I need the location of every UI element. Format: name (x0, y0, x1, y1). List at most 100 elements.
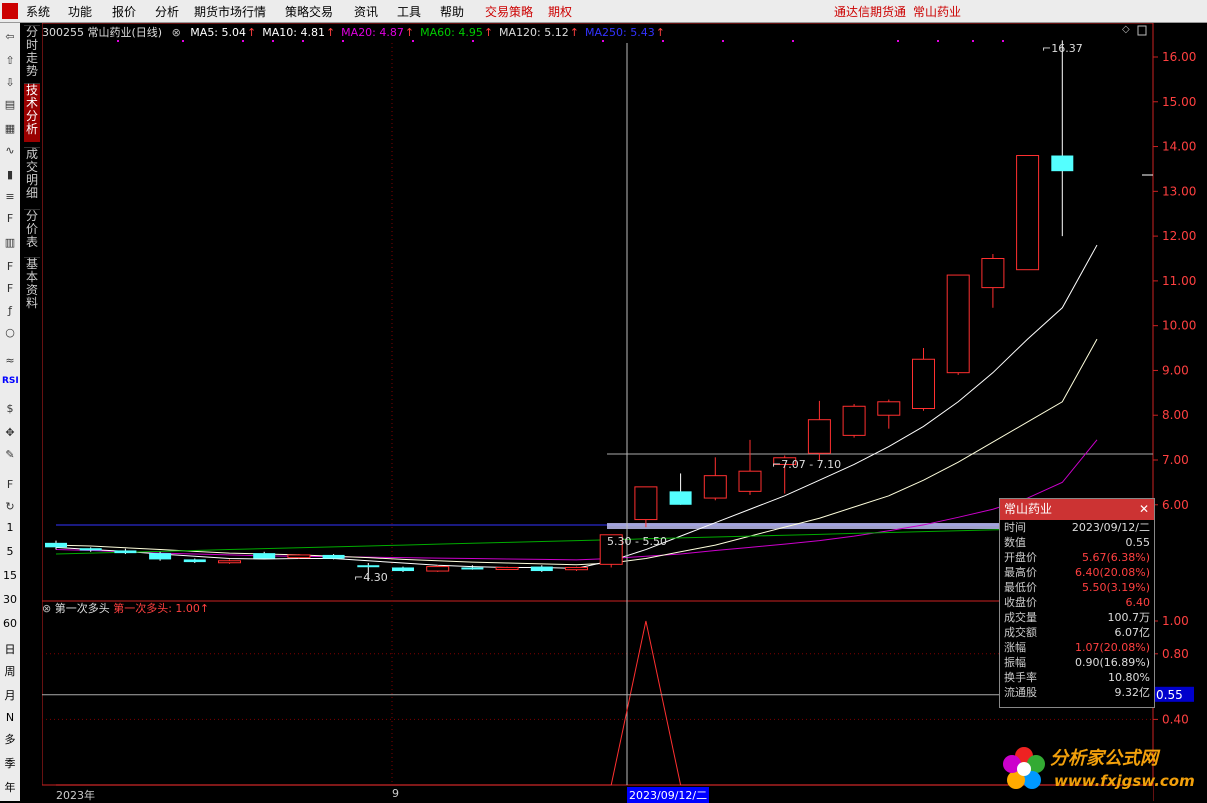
candle-icon[interactable]: ▮ (2, 167, 18, 183)
tab-basic-info[interactable]: 基本资料 (24, 257, 40, 316)
pencil-icon[interactable]: ✎ (2, 447, 18, 463)
refresh-icon[interactable]: ↻ (2, 499, 18, 515)
menu-function[interactable]: 功能 (68, 3, 92, 20)
table-icon[interactable]: ▦ (2, 121, 18, 137)
period-3[interactable]: 30 (0, 593, 20, 606)
popup-value: 5.67(6.38%) (1081, 551, 1150, 564)
popup-key: 成交量 (1004, 611, 1037, 624)
fs-icon[interactable]: F (2, 477, 18, 493)
ma-label-3: MA60: 4.95 (420, 26, 483, 39)
indicator-name: 第一次多头 (54, 602, 110, 615)
vertical-tabs: 分时走势 技术分析 成交明细 分价表 基本资料 (22, 23, 42, 801)
candle[interactable] (669, 473, 692, 505)
candle[interactable] (703, 457, 727, 501)
candle[interactable] (842, 404, 866, 438)
price-axis-label: 13.00 (1162, 184, 1196, 198)
period-5[interactable]: 日 (0, 641, 20, 657)
menu-trade-strategy[interactable]: 交易策略 (485, 3, 533, 20)
indicator-current-label: 0.55 (1156, 688, 1183, 702)
marker-dot (937, 40, 939, 42)
menu-analysis[interactable]: 分析 (155, 3, 179, 20)
period-11[interactable]: 年 (0, 779, 20, 795)
period-1[interactable]: 5 (0, 545, 20, 558)
candle[interactable] (912, 348, 935, 411)
period-7[interactable]: 月 (0, 687, 20, 703)
menu-options[interactable]: 期权 (548, 3, 572, 20)
f2-icon[interactable]: F (2, 281, 18, 297)
candle[interactable] (807, 400, 831, 460)
quote-icon[interactable]: ▤ (2, 97, 18, 113)
collapse-icon[interactable]: ⊗ (172, 26, 181, 39)
period-0[interactable]: 1 (0, 521, 20, 534)
menu-futures-market[interactable]: 期货市场行情 (194, 3, 266, 20)
candle[interactable] (495, 566, 519, 570)
menu-system[interactable]: 系统 (26, 3, 50, 20)
candle[interactable] (738, 439, 762, 495)
indicator-icon[interactable]: ≈ (2, 353, 18, 369)
down-arrow-icon[interactable]: ⇩ (2, 75, 18, 91)
period-4[interactable]: 60 (0, 617, 20, 630)
period-8[interactable]: N (0, 711, 20, 724)
marker-dot (472, 40, 474, 42)
candle[interactable] (1016, 155, 1040, 271)
up-arrow-icon[interactable]: ⇧ (2, 53, 18, 69)
popup-row: 成交量 100.7万 (1000, 610, 1154, 625)
period-2[interactable]: 15 (0, 569, 20, 582)
candle[interactable] (634, 486, 658, 528)
marker-dot (302, 40, 304, 42)
price-axis-label: 6.00 (1162, 498, 1189, 512)
tab-technical-analysis[interactable]: 技术分析 (24, 83, 40, 142)
data-popup[interactable]: 常山药业 ✕ 时间 2023/09/12/二 数值 0.55 开盘价 5.67(6.38%… (999, 498, 1155, 708)
period-9[interactable]: 多 (0, 731, 20, 747)
candle[interactable] (287, 554, 311, 559)
tab-intraday[interactable]: 分时走势 (24, 25, 40, 78)
formula-icon[interactable]: ƒ (2, 303, 18, 319)
price-axis-label: 15.00 (1162, 95, 1196, 109)
close-icon[interactable]: ✕ (1139, 499, 1149, 520)
period-10[interactable]: 季 (0, 755, 20, 771)
ma-label-0: MA5: 5.04 (190, 26, 247, 39)
line-chart-icon[interactable]: ∿ (2, 143, 18, 159)
rsi-icon[interactable]: RSI (2, 373, 19, 389)
ma5-line (55, 244, 1098, 569)
menu-help[interactable]: 帮助 (440, 3, 464, 20)
candle[interactable] (183, 558, 206, 563)
menu-strategy-trade[interactable]: 策略交易 (285, 3, 333, 20)
tab-trade-details[interactable]: 成交明细 (24, 147, 40, 206)
money-icon[interactable]: $ (2, 401, 18, 417)
marker-dot (182, 40, 184, 42)
price-axis-label: 7.00 (1162, 453, 1189, 467)
back-arrow-icon[interactable]: ⇦ (2, 29, 18, 45)
tab-price-distribution[interactable]: 分价表 (24, 209, 40, 256)
candle[interactable] (253, 551, 276, 560)
popup-row: 最高价 6.40(20.08%) (1000, 565, 1154, 580)
candle[interactable] (114, 548, 137, 555)
menu-tools[interactable]: 工具 (397, 3, 421, 20)
move-icon[interactable]: ✥ (2, 425, 18, 441)
circle-icon[interactable]: ○ (2, 325, 18, 341)
notes-icon[interactable]: ▥ (2, 235, 18, 251)
popup-row: 开盘价 5.67(6.38%) (1000, 550, 1154, 565)
list-icon[interactable]: ≡ (2, 189, 18, 205)
window-icon[interactable] (1137, 25, 1147, 36)
candle[interactable] (392, 566, 414, 572)
candle[interactable] (530, 565, 553, 572)
f-icon[interactable]: F (2, 259, 18, 275)
candle[interactable] (149, 551, 172, 561)
menu-quote[interactable]: 报价 (112, 3, 136, 20)
candle[interactable] (426, 565, 450, 572)
candle[interactable] (981, 254, 1005, 308)
menu-news[interactable]: 资讯 (354, 3, 378, 20)
marker-dot (602, 40, 604, 42)
candle[interactable] (946, 274, 970, 375)
candle[interactable] (218, 559, 241, 564)
chevron-down-icon[interactable]: ⊗ (42, 602, 51, 615)
f10-icon[interactable]: F (2, 211, 18, 227)
popup-value: 0.90(16.89%) (1074, 656, 1150, 669)
period-6[interactable]: 周 (0, 663, 20, 679)
diamond-icon[interactable]: ◇ (1122, 24, 1130, 35)
candle[interactable] (877, 399, 901, 429)
candle[interactable] (565, 566, 588, 572)
ma60-line (55, 526, 1098, 555)
candle[interactable] (1051, 40, 1074, 237)
